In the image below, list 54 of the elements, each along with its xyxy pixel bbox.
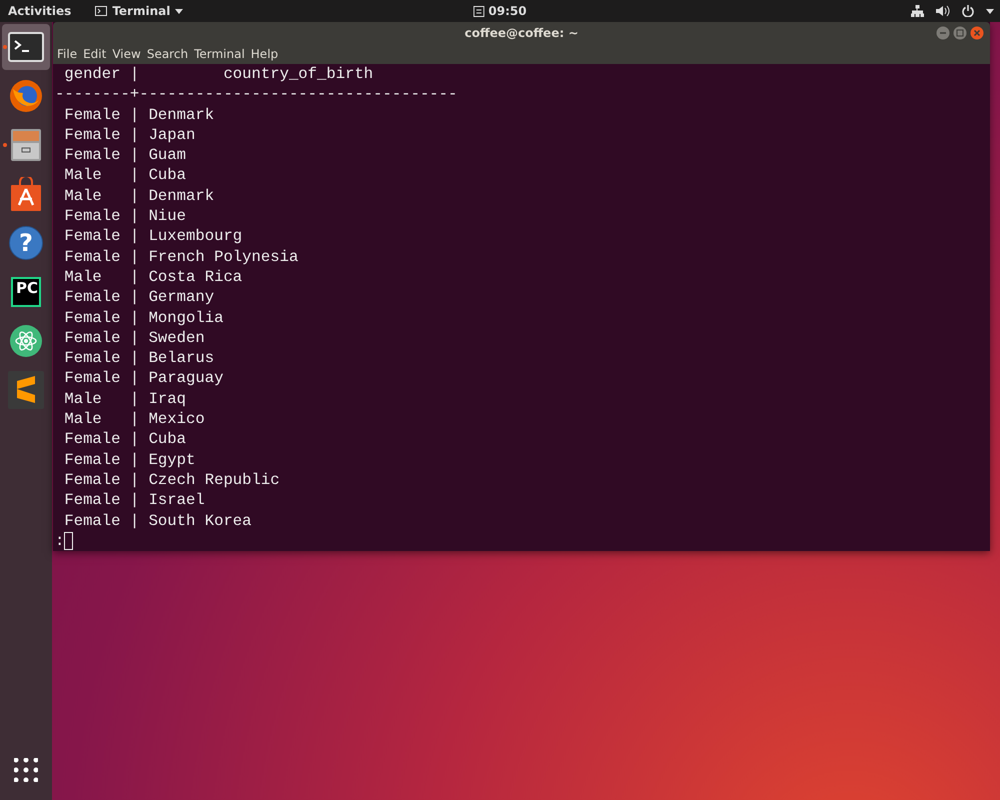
terminal-line: gender | country_of_birth [63, 64, 374, 84]
power-icon[interactable] [962, 5, 974, 17]
terminal-line: Male | Iraq [63, 388, 188, 410]
terminal-line: Female | Israel [63, 490, 206, 511]
terminal-line: Female | French Polynesia [63, 246, 300, 267]
menu-item[interactable]: File [54, 47, 80, 61]
window-title: coffee@coffee: ~ [464, 26, 578, 40]
terminal-line: Female | South Korea [63, 510, 253, 531]
menu-item[interactable]: Terminal [191, 47, 248, 61]
pager-prompt: : [55, 530, 64, 551]
terminal-line: Female | Paraguay [63, 368, 224, 389]
close-button[interactable] [970, 26, 984, 40]
terminal-line: Female | Denmark [63, 104, 216, 125]
calendar-icon [473, 6, 484, 16]
terminal-line: Female | Egypt [63, 450, 196, 470]
terminal-line: Female | Czech Republic [63, 470, 281, 490]
menu-item[interactable]: Help [248, 47, 282, 61]
help-icon[interactable]: ? [9, 226, 43, 260]
app-grid-icon[interactable] [14, 758, 38, 782]
terminal-line: Female | Niue [63, 206, 188, 226]
terminal-line: --------+---------------------------------- [54, 84, 458, 105]
caret-icon[interactable] [986, 8, 994, 14]
volume-icon[interactable] [936, 5, 950, 17]
terminal-line: Male | Denmark [63, 186, 216, 206]
terminal-line: Female | Guam [63, 145, 188, 166]
terminal-line: Female | Germany [63, 287, 216, 308]
terminal-line: Female | Japan [63, 124, 196, 146]
atom-icon[interactable] [9, 324, 43, 358]
terminal-line: Female | Belarus [63, 348, 216, 368]
clock[interactable]: 09:50 [488, 4, 527, 18]
maximize-button[interactable] [953, 26, 967, 40]
drawer-icon[interactable] [10, 128, 42, 162]
terminal-line: Male | Cuba [63, 165, 188, 186]
caret-icon[interactable] [175, 8, 184, 14]
pycharm-icon[interactable]: PC [11, 277, 41, 307]
terminal-line: Female | Cuba [63, 429, 188, 450]
terminal-icon[interactable] [8, 32, 44, 62]
terminal-line: Female | Mongolia [63, 308, 224, 328]
text-cursor [64, 532, 74, 550]
terminal-line: Female | Luxembourg [63, 226, 244, 247]
sublime-icon[interactable] [8, 371, 44, 409]
app-menu[interactable]: Terminal [112, 4, 170, 18]
menu-item[interactable]: View [109, 47, 144, 61]
menu-item[interactable]: Edit [80, 47, 110, 61]
terminal-icon [95, 6, 108, 16]
network-icon[interactable] [911, 5, 924, 17]
globe-icon[interactable] [9, 79, 43, 113]
menu-item[interactable]: Search [144, 47, 192, 61]
minimize-button[interactable] [936, 26, 950, 40]
terminal-line: Female | Sweden [63, 328, 206, 348]
terminal-line: Male | Costa Rica [63, 266, 244, 288]
shopping-bag-icon[interactable] [10, 177, 42, 211]
terminal-line: Male | Mexico [63, 409, 206, 430]
activities-button[interactable]: Activities [8, 4, 72, 18]
